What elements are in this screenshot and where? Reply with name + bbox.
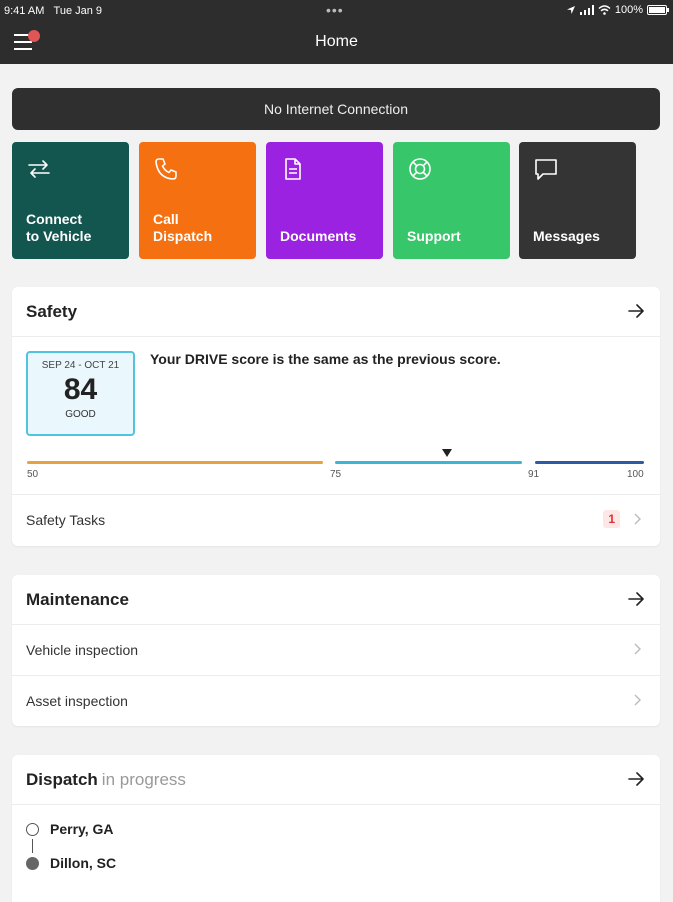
dispatch-status: in progress [101,770,186,789]
stop-name: Perry, GA [50,821,114,837]
maintenance-header[interactable]: Maintenance [12,575,660,625]
lifebuoy-icon [409,158,431,180]
route-connector [32,839,33,853]
battery-percent: 100% [614,4,643,16]
score-value: 84 [63,373,98,406]
safety-tasks-row[interactable]: Safety Tasks 1 [12,494,660,544]
destination-circle-icon [26,857,39,870]
scale-t2-label: 91 [528,469,540,480]
tile-label: Documents [280,228,357,244]
tile-label: Messages [533,228,600,244]
connect-vehicle-tile[interactable]: Connect to Vehicle [12,142,129,259]
maintenance-title: Maintenance [26,590,129,609]
vehicle-inspection-label: Vehicle inspection [26,642,139,658]
asset-inspection-label: Asset inspection [26,693,128,709]
score-period: SEP 24 - OCT 21 [41,360,120,371]
score-range-mid [335,461,522,464]
arrow-right-icon[interactable] [626,301,646,321]
vehicle-inspection-row[interactable]: Vehicle inspection [12,625,660,675]
score-rating: GOOD [65,409,96,420]
battery-icon [647,5,669,15]
scale-min-label: 50 [27,469,39,480]
dispatch-title: Dispatch in progress [26,770,186,789]
scale-max-label: 100 [627,469,644,480]
drive-score-box[interactable]: SEP 24 - OCT 21 84 GOOD [26,351,135,436]
safety-header[interactable]: Safety [12,287,660,337]
swap-arrows-icon [28,160,50,178]
nav-bar: Home [0,22,673,64]
dispatch-card: Dispatch in progress Perry, GA Dillon, SC [12,755,660,902]
score-range-low [27,461,323,464]
safety-tasks-count-badge: 1 [603,510,620,528]
tile-label: Connect to Vehicle [26,211,92,244]
messages-tile[interactable]: Messages [519,142,636,259]
safety-tasks-label: Safety Tasks [26,512,106,528]
origin-circle-icon [26,823,39,836]
arrow-right-icon[interactable] [626,589,646,609]
dispatch-header[interactable]: Dispatch in progress [12,755,660,805]
asset-inspection-row[interactable]: Asset inspection [12,675,660,725]
stop-name: Dillon, SC [50,855,117,871]
maintenance-card: Maintenance Vehicle inspection Asset ins… [12,575,660,726]
status-right: 100% [566,4,669,16]
status-time: 9:41 AM Tue Jan 9 [4,5,103,17]
safety-card: Safety SEP 24 - OCT 21 84 GOOD Your DRIV… [12,287,660,546]
signal-icon [579,5,594,15]
wifi-icon [598,5,611,15]
arrow-right-icon[interactable] [626,769,646,789]
page-title: Home [315,33,358,50]
location-icon [566,6,575,14]
multitasking-dots-icon[interactable]: ••• [326,2,344,18]
chevron-right-icon [634,694,641,706]
safety-title: Safety [26,302,78,321]
score-range-high [535,461,644,464]
call-dispatch-tile[interactable]: Call Dispatch [139,142,256,259]
support-tile[interactable]: Support [393,142,510,259]
chevron-right-icon [634,513,641,525]
no-internet-banner: No Internet Connection [12,88,660,130]
tile-label: Support [407,228,461,244]
tile-label: Call Dispatch [153,211,213,244]
phone-icon [155,158,177,180]
score-message: Your DRIVE score is the same as the prev… [150,351,501,367]
message-icon [535,159,557,180]
scale-t1-label: 75 [330,469,342,480]
document-icon [285,158,301,180]
documents-tile[interactable]: Documents [266,142,383,259]
score-marker-icon [442,449,452,457]
status-bar: 9:41 AM Tue Jan 9 ••• 100% [0,0,673,22]
chevron-right-icon [634,643,641,655]
